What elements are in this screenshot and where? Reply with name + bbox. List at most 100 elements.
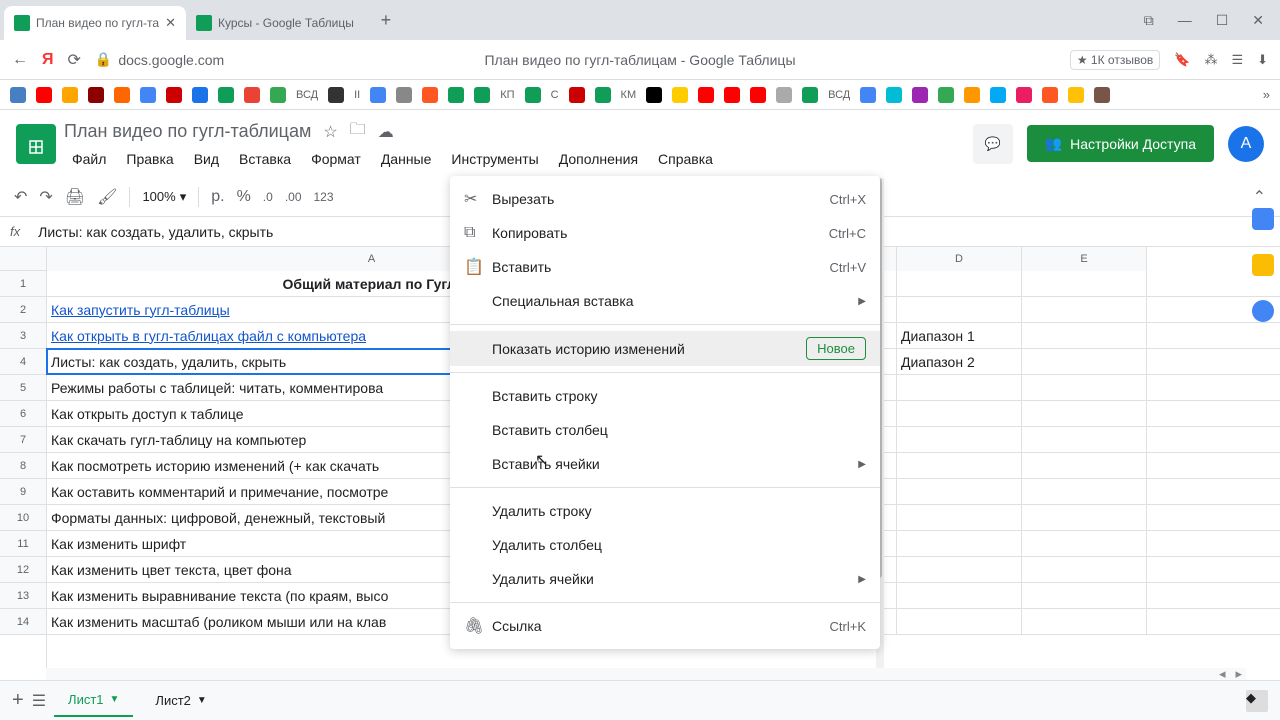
row-header[interactable]: 5: [0, 375, 46, 401]
bookmark-vk-icon[interactable]: [10, 87, 26, 103]
bookmark-icon[interactable]: [166, 87, 182, 103]
sheet-tab-1[interactable]: Лист1▼: [54, 684, 133, 717]
bookmark-icon[interactable]: [192, 87, 208, 103]
cell[interactable]: [1022, 401, 1147, 426]
back-icon[interactable]: ←: [12, 51, 28, 69]
context-menu-item[interactable]: Удалить строку: [450, 494, 880, 528]
add-sheet-icon[interactable]: +: [12, 689, 24, 712]
cell[interactable]: [1022, 349, 1147, 374]
bookmark-icon[interactable]: [114, 87, 130, 103]
column-header-d[interactable]: D: [897, 247, 1022, 271]
bookmark-label[interactable]: КП: [500, 89, 514, 101]
minimize-icon[interactable]: —: [1178, 12, 1192, 29]
cell[interactable]: [1022, 375, 1147, 400]
context-menu-item[interactable]: ✂ВырезатьCtrl+X: [450, 182, 880, 216]
bookmark-sheets-icon[interactable]: [525, 87, 541, 103]
paint-format-icon[interactable]: 🖌: [97, 187, 117, 207]
context-menu-item[interactable]: ⧉КопироватьCtrl+C: [450, 216, 880, 250]
paw-icon[interactable]: ⁂: [1204, 52, 1217, 68]
user-avatar[interactable]: A: [1228, 126, 1264, 162]
formula-input[interactable]: Листы: как создать, удалить, скрыть: [38, 224, 273, 240]
cell[interactable]: [1022, 557, 1147, 582]
menu-data[interactable]: Данные: [373, 149, 440, 169]
context-menu-item[interactable]: Специальная вставка▶: [450, 284, 880, 318]
bookmark-icon[interactable]: [244, 87, 260, 103]
menu-help[interactable]: Справка: [650, 149, 721, 169]
row-header[interactable]: 1: [0, 271, 46, 297]
sheet-tab-2[interactable]: Лист2▼: [141, 685, 220, 716]
cell[interactable]: [897, 583, 1022, 608]
cell[interactable]: [1022, 505, 1147, 530]
print-icon[interactable]: 🖨: [65, 187, 85, 207]
close-window-icon[interactable]: ✕: [1252, 12, 1264, 29]
bookmark-sheets-icon[interactable]: [595, 87, 611, 103]
all-sheets-icon[interactable]: ☰: [32, 691, 46, 711]
bookmark-icon[interactable]: [36, 87, 52, 103]
extensions-icon[interactable]: ☰: [1231, 52, 1243, 68]
bookmark-drive-icon[interactable]: [270, 87, 286, 103]
bookmark-yandex-icon[interactable]: [724, 87, 740, 103]
percent-button[interactable]: %: [237, 188, 251, 206]
select-all-corner[interactable]: [0, 247, 47, 271]
increase-decimal-button[interactable]: .00: [285, 190, 302, 204]
download-icon[interactable]: ⬇: [1257, 52, 1268, 68]
calendar-icon[interactable]: [1252, 208, 1274, 230]
context-menu-item[interactable]: Вставить столбец: [450, 413, 880, 447]
menu-format[interactable]: Формат: [303, 149, 369, 169]
context-menu-item[interactable]: 🖇СсылкаCtrl+K: [450, 609, 880, 643]
bookmark-yandex-icon[interactable]: [698, 87, 714, 103]
row-header[interactable]: 8: [0, 453, 46, 479]
keep-icon[interactable]: [1252, 254, 1274, 276]
browser-tab-active[interactable]: План видео по гугл-та ✕: [4, 6, 186, 40]
bookmark-icon[interactable]: [860, 87, 876, 103]
browser-tab-inactive[interactable]: Курсы - Google Таблицы: [186, 6, 364, 40]
bookmark-icon[interactable]: [646, 87, 662, 103]
tasks-icon[interactable]: [1252, 300, 1274, 322]
bookmark-icon[interactable]: [1068, 87, 1084, 103]
bookmarks-overflow-icon[interactable]: »: [1263, 87, 1270, 102]
share-button[interactable]: 👥 Настройки Доступа: [1027, 125, 1214, 162]
bookmark-icon[interactable]: [964, 87, 980, 103]
close-tab-icon[interactable]: ✕: [165, 15, 176, 31]
bookmark-icon[interactable]: [218, 87, 234, 103]
menu-view[interactable]: Вид: [186, 149, 227, 169]
menu-edit[interactable]: Правка: [118, 149, 181, 169]
cell[interactable]: [1022, 609, 1147, 634]
yandex-icon[interactable]: Я: [42, 51, 54, 69]
cell[interactable]: [897, 427, 1022, 452]
row-header[interactable]: 14: [0, 609, 46, 635]
bookmark-icon[interactable]: [422, 87, 438, 103]
bookmark-icon[interactable]: [1094, 87, 1110, 103]
rating-badge[interactable]: ★ 1К отзывов: [1070, 50, 1160, 70]
cell[interactable]: [1022, 583, 1147, 608]
bookmark-icon[interactable]: [912, 87, 928, 103]
row-header[interactable]: 12: [0, 557, 46, 583]
cell[interactable]: [1022, 271, 1147, 296]
menu-addons[interactable]: Дополнения: [551, 149, 646, 169]
reload-icon[interactable]: ⟳: [68, 50, 81, 70]
context-menu-item[interactable]: Вставить строку: [450, 379, 880, 413]
cell[interactable]: [897, 297, 1022, 322]
bookmark-icon[interactable]: [370, 87, 386, 103]
row-header[interactable]: 10: [0, 505, 46, 531]
redo-icon[interactable]: ↷: [39, 187, 52, 207]
bookmark-icon[interactable]: [1042, 87, 1058, 103]
cell[interactable]: [1022, 427, 1147, 452]
row-header[interactable]: 13: [0, 583, 46, 609]
cloud-status-icon[interactable]: ☁: [378, 122, 394, 142]
bookmark-icon[interactable]: [396, 87, 412, 103]
cell[interactable]: [897, 609, 1022, 634]
star-icon[interactable]: ☆: [323, 122, 337, 142]
explore-icon[interactable]: ◆: [1246, 690, 1268, 712]
bookmark-label[interactable]: II: [354, 89, 360, 101]
row-header[interactable]: 2: [0, 297, 46, 323]
bookmark-sheets-icon[interactable]: [802, 87, 818, 103]
bookmark-icon[interactable]: [140, 87, 156, 103]
undo-icon[interactable]: ↶: [14, 187, 27, 207]
row-header[interactable]: 11: [0, 531, 46, 557]
copy-window-icon[interactable]: ⧉: [1144, 12, 1154, 29]
bookmark-sheets-icon[interactable]: [448, 87, 464, 103]
bookmark-label[interactable]: ВСД: [296, 89, 318, 101]
bookmark-icon[interactable]: [886, 87, 902, 103]
bookmark-icon[interactable]: [776, 87, 792, 103]
